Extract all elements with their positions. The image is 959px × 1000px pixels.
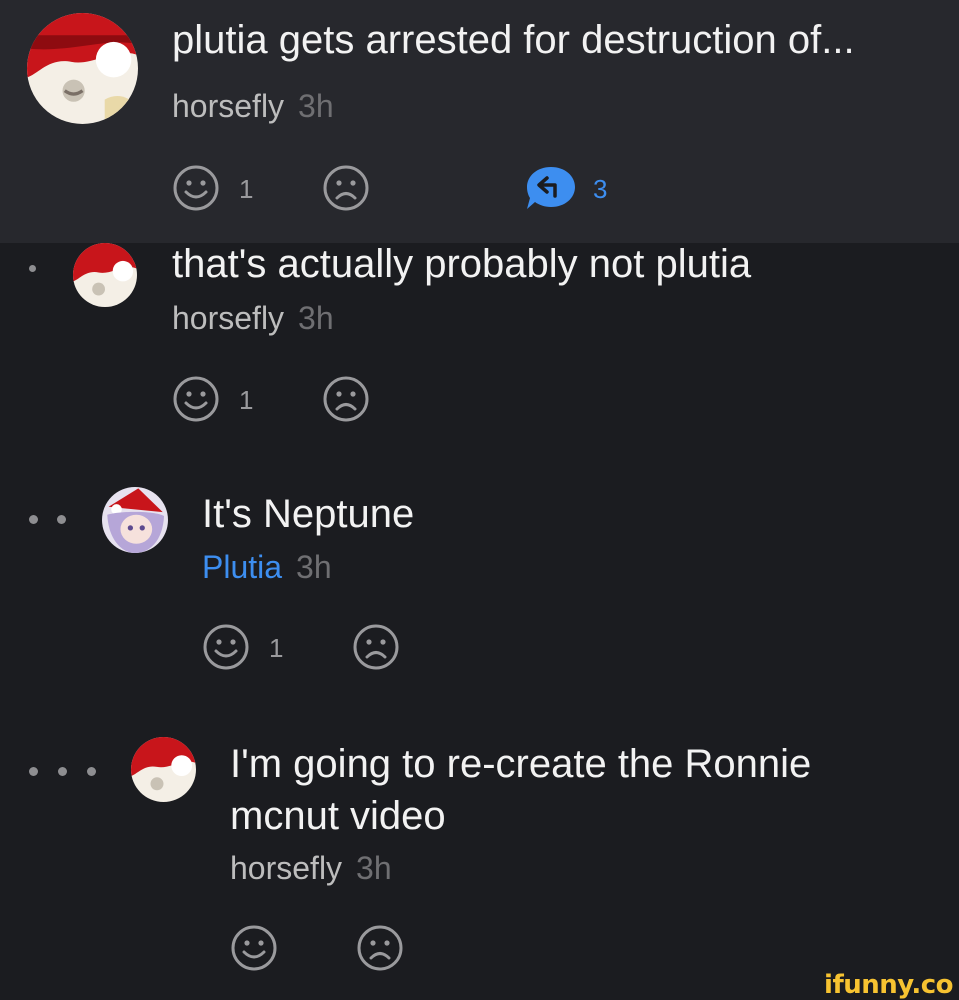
- thread-dot: [58, 767, 67, 776]
- thread-dot: [29, 265, 36, 272]
- thread-dot: [57, 515, 66, 524]
- reply-count: 3: [593, 174, 608, 204]
- comment-time: 3h: [298, 300, 334, 336]
- comment-actions: 1: [202, 623, 422, 673]
- comment-author[interactable]: horsefly: [230, 850, 342, 886]
- comment-author[interactable]: horsefly: [172, 300, 284, 336]
- comment-text: that's actually probably not plutia: [172, 242, 752, 286]
- thread-dot: [29, 767, 38, 776]
- smile-icon[interactable]: [172, 375, 220, 423]
- reply-icon[interactable]: [525, 164, 577, 212]
- smile-icon[interactable]: [202, 623, 250, 671]
- comment: that's actually probably not plutia hors…: [0, 242, 959, 453]
- smile-icon[interactable]: [230, 924, 278, 972]
- smile-count: 1: [239, 174, 254, 204]
- root-post: plutia gets arrested for destruction of.…: [0, 0, 959, 243]
- comment-text: It's Neptune: [202, 492, 415, 536]
- avatar[interactable]: [102, 487, 168, 553]
- comment-author[interactable]: Plutia: [202, 549, 282, 585]
- smile-count: 1: [269, 633, 284, 663]
- avatar[interactable]: [131, 737, 196, 802]
- comment-meta: Plutia 3h: [202, 547, 332, 587]
- comment-actions: 1: [172, 375, 392, 425]
- thread-dot: [29, 515, 38, 524]
- sad-icon[interactable]: [352, 623, 400, 671]
- comment-meta: horsefly 3h: [230, 848, 392, 888]
- post-author[interactable]: horsefly: [172, 88, 284, 124]
- comment-time: 3h: [296, 549, 332, 585]
- avatar[interactable]: [73, 243, 137, 307]
- post-actions: 1 3: [172, 164, 632, 214]
- comment-meta: horsefly 3h: [172, 298, 334, 338]
- smile-count: 1: [239, 385, 254, 415]
- comment: I'm going to re-create the Ronnie mcnut …: [0, 735, 959, 1000]
- thread-depth-indicator: [29, 515, 69, 525]
- sad-icon[interactable]: [322, 375, 370, 423]
- smile-icon[interactable]: [172, 164, 220, 212]
- comment-time: 3h: [356, 850, 392, 886]
- comment-actions: [230, 924, 450, 974]
- comment-text-line-1: I'm going to re-create the Ronnie: [230, 742, 812, 786]
- avatar[interactable]: [27, 13, 138, 124]
- comment-text-line-2: mcnut video: [230, 794, 446, 838]
- thread-dot: [87, 767, 96, 776]
- sad-icon[interactable]: [356, 924, 404, 972]
- sad-icon[interactable]: [322, 164, 370, 212]
- post-title[interactable]: plutia gets arrested for destruction of.…: [172, 15, 855, 65]
- watermark: ifunny.co: [824, 970, 953, 1000]
- thread-depth-indicator: [29, 265, 49, 275]
- thread-depth-indicator: [29, 767, 99, 777]
- post-meta: horsefly 3h: [172, 86, 334, 126]
- comment: It's Neptune Plutia 3h 1: [0, 485, 959, 700]
- post-time: 3h: [298, 88, 334, 124]
